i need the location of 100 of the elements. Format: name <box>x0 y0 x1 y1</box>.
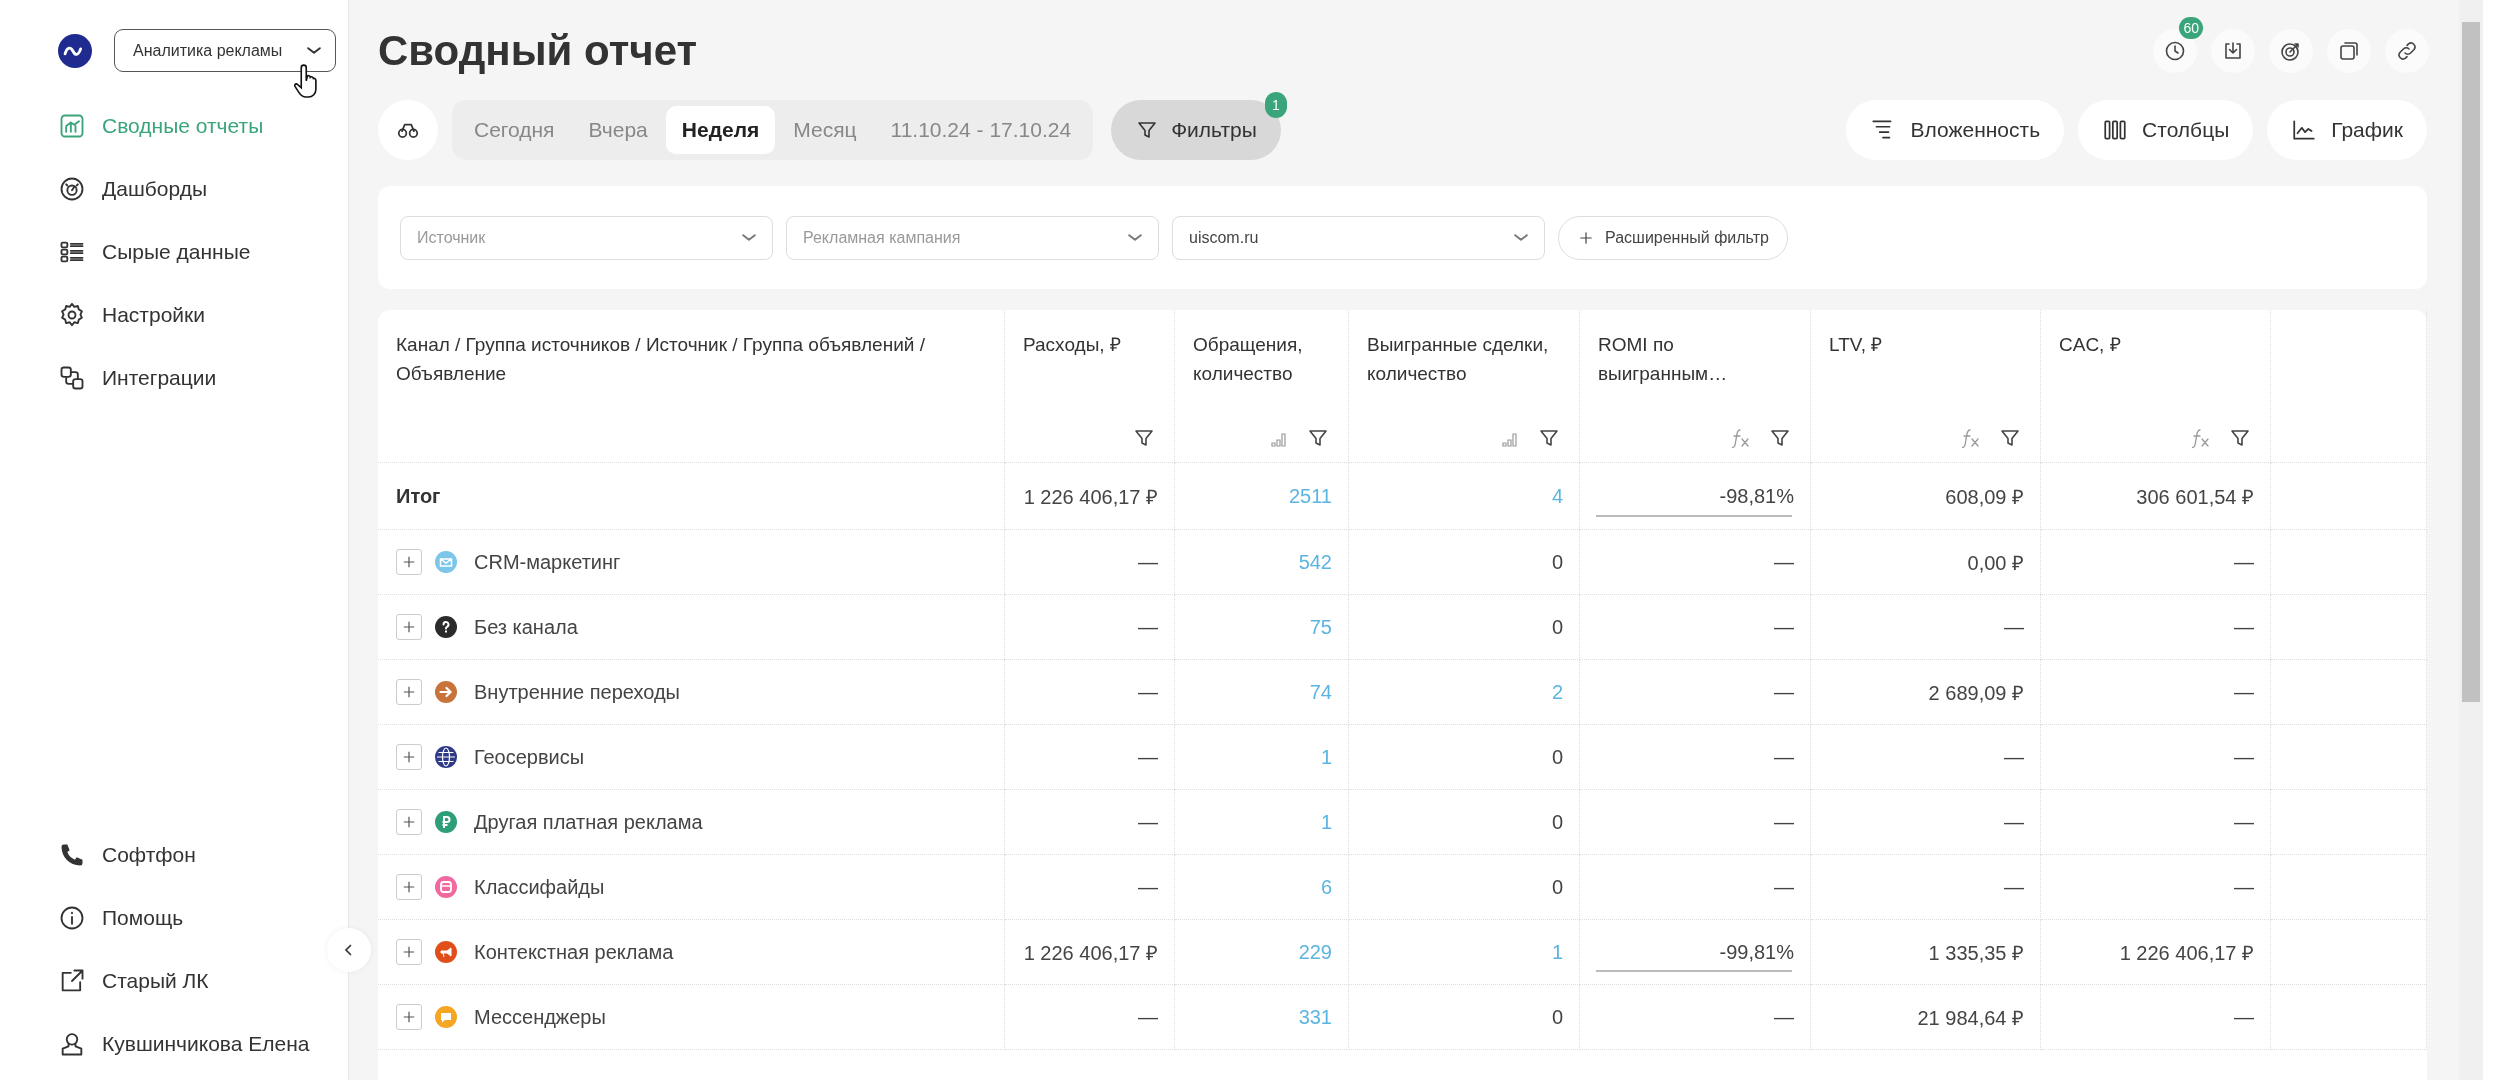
nav-item[interactable]: Настройки <box>58 297 348 333</box>
period-tab[interactable]: Месяц <box>777 106 873 154</box>
channel-name: Геосервисы <box>474 745 585 769</box>
expand-button[interactable] <box>396 744 422 770</box>
scrollbar-thumb[interactable] <box>2462 22 2480 702</box>
nesting-button[interactable]: Вложенность <box>1846 100 2065 160</box>
expand-button[interactable] <box>396 1004 422 1030</box>
chevron-down-icon <box>1128 234 1142 241</box>
table-cell: — <box>1774 680 1794 704</box>
column-header: CAC, ₽ <box>2059 333 2122 357</box>
expand-button[interactable] <box>396 679 422 705</box>
count-link[interactable]: 2 <box>1551 680 1563 704</box>
table-cell: — <box>2234 875 2254 899</box>
advanced-filter-button[interactable]: Расширенный фильтр <box>1558 215 1788 260</box>
table-cell: — <box>2234 745 2254 769</box>
expand-button[interactable] <box>396 939 422 965</box>
channel-name: Контекстная реклама <box>474 940 674 964</box>
chevron-down-icon <box>307 47 321 54</box>
table-cell: — <box>1138 550 1158 574</box>
chart-icon <box>58 112 86 140</box>
count-link[interactable]: 2511 <box>1289 484 1332 508</box>
column-header: ROMI по выигранным… <box>1598 333 1729 386</box>
table-cell-text: 1 226 406,17 ₽ <box>1023 940 1158 966</box>
count-link[interactable]: 1 <box>1320 745 1332 769</box>
channel-name: Другая платная реклама <box>474 810 703 834</box>
chevron-down-icon <box>742 234 756 241</box>
nav-item[interactable]: Сводные отчеты <box>58 108 348 144</box>
goals-button[interactable] <box>2269 28 2313 73</box>
settings-icon <box>58 301 86 329</box>
column-header: Расходы, ₽ <box>1023 333 1122 357</box>
nav-item[interactable]: Кувшинчикова Елена <box>58 1026 348 1062</box>
table-cell-text: 1 335,35 ₽ <box>1928 940 2024 966</box>
select-field[interactable]: uiscom.ru <box>1172 215 1545 260</box>
count-link[interactable]: 4 <box>1551 484 1563 508</box>
table-cell: — <box>2004 810 2024 834</box>
product-dropdown[interactable]: Аналитика рекламы <box>114 29 336 72</box>
nav-item[interactable]: Софтфон <box>58 837 348 873</box>
channel-name: CRM-маркетинг <box>474 550 621 574</box>
count-link[interactable]: 74 <box>1309 680 1332 704</box>
column-header: Канал / Группа источников / Источник / Группа объявлений / Объявление <box>396 333 926 386</box>
table-cell: — <box>2004 615 2024 639</box>
count-badge: 1 <box>1264 92 1287 118</box>
expand-button[interactable] <box>396 549 422 575</box>
columns-button[interactable]: Столбцы <box>2078 100 2254 160</box>
table-cell: 0 <box>1551 810 1563 834</box>
column-header: LTV, ₽ <box>1829 333 1884 357</box>
table-cell: 0 <box>1551 550 1563 574</box>
period-tab[interactable]: Сегодня <box>458 106 571 154</box>
nav-item[interactable]: Дашборды <box>58 171 348 207</box>
columns-icon <box>2102 117 2129 143</box>
period-tab[interactable]: 11.10.24 - 17.10.24 <box>874 106 1088 154</box>
table-cell: 0 <box>1551 1005 1563 1029</box>
expand-button[interactable] <box>396 809 422 835</box>
period-tab[interactable]: Неделя <box>665 106 776 154</box>
table-cell: 0 <box>1551 745 1563 769</box>
link-button[interactable] <box>2385 28 2429 73</box>
select-field[interactable]: Рекламная кампания <box>786 215 1159 260</box>
copy-button[interactable] <box>2327 28 2371 73</box>
download-button[interactable] <box>2211 28 2255 73</box>
table-cell: — <box>1774 875 1794 899</box>
count-link[interactable]: 1 <box>1320 810 1332 834</box>
select-field[interactable]: Источник <box>400 215 773 260</box>
table-cell: — <box>1774 1005 1794 1029</box>
count-link[interactable]: 229 <box>1298 940 1332 964</box>
nav-item[interactable]: Сырые данные <box>58 234 348 270</box>
table-cell-text: 306 601,54 ₽ <box>2136 484 2254 510</box>
channel-name: Классифайды <box>474 875 605 899</box>
table-cell-text: 1 226 406,17 ₽ <box>2119 940 2254 966</box>
channel-name: Мессенджеры <box>474 1005 606 1029</box>
nav-item[interactable]: Интеграции <box>58 360 348 396</box>
channel-name: Внутренние переходы <box>474 680 680 704</box>
count-badge: 60 <box>2179 16 2203 39</box>
scrollbar[interactable] <box>2459 0 2483 1080</box>
table-cell: — <box>2234 550 2254 574</box>
table-cell: — <box>2234 810 2254 834</box>
table-cell: — <box>1138 680 1158 704</box>
count-link[interactable]: 75 <box>1309 615 1332 639</box>
nav-item[interactable]: Помощь <box>58 900 348 936</box>
table-cell: — <box>1774 550 1794 574</box>
column-header: Обращения, количество <box>1193 333 1304 386</box>
count-link[interactable]: 6 <box>1320 875 1332 899</box>
expand-button[interactable] <box>396 614 422 640</box>
table-cell: 0 <box>1551 875 1563 899</box>
count-link[interactable]: 331 <box>1298 1005 1332 1029</box>
nav-item[interactable]: Старый ЛК <box>58 963 348 999</box>
expand-button[interactable] <box>396 874 422 900</box>
table-cell-text: 1 226 406,17 ₽ <box>1023 484 1158 510</box>
table-cell-text: 2 689,09 ₽ <box>1928 680 2024 706</box>
table-cell: — <box>2004 745 2024 769</box>
count-link[interactable]: 1 <box>1551 940 1563 964</box>
table-cell: -98,81% <box>1719 484 1794 508</box>
column-header: Выигранные сделки, количество <box>1367 333 1550 386</box>
chevron-down-icon <box>1514 234 1528 241</box>
count-link[interactable]: 542 <box>1298 550 1332 574</box>
table-cell: — <box>1138 810 1158 834</box>
table-cell: — <box>1138 615 1158 639</box>
page-title: Сводный отчет <box>378 26 698 75</box>
period-tab[interactable]: Вчера <box>572 106 664 154</box>
table-cell: — <box>1774 810 1794 834</box>
chart-button[interactable]: График <box>2267 100 2427 160</box>
